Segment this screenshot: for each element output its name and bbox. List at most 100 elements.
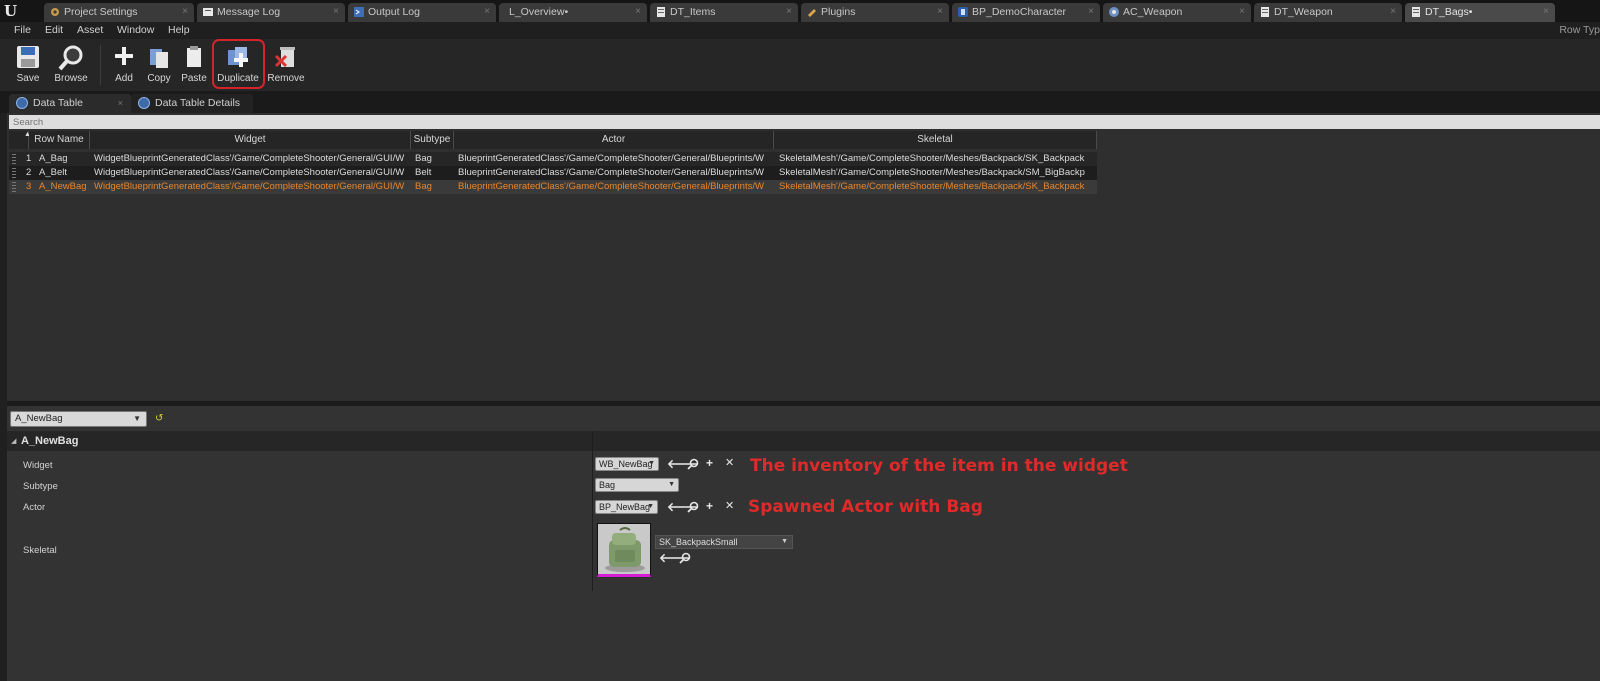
close-icon[interactable]: ×	[333, 3, 339, 21]
magnifier-icon	[57, 44, 85, 75]
search-input[interactable]	[9, 115, 1600, 129]
tab-data-table[interactable]: Data Table ×	[9, 94, 131, 113]
tab-label: BP_DemoCharacter	[972, 6, 1066, 18]
clear-x-icon[interactable]: ✕	[725, 500, 734, 512]
tab-dt-bags[interactable]: DT_Bags• ×	[1405, 3, 1555, 22]
browse-magnifier-icon[interactable]	[687, 458, 699, 472]
column-header-widget[interactable]: Widget	[90, 131, 411, 149]
tab-label: Project Settings	[64, 6, 138, 18]
chevron-down-icon: ▼	[133, 414, 141, 423]
remove-button[interactable]: Remove	[267, 42, 305, 88]
panel-tab-bar: Data Table × Data Table Details	[0, 91, 1600, 113]
tab-bp-democharacter[interactable]: BP_DemoCharacter ×	[952, 3, 1100, 22]
chevron-down-icon: ▼	[647, 503, 654, 510]
collapse-arrow-icon[interactable]: ◢	[11, 437, 16, 445]
tab-label: Plugins	[821, 6, 856, 18]
add-button[interactable]: Add	[108, 42, 140, 88]
widget-asset-picker[interactable]: WB_NewBag ▼	[595, 457, 659, 471]
reset-to-default-icon[interactable]: ↺	[155, 413, 163, 424]
drag-handle-icon[interactable]	[12, 182, 16, 192]
trash-icon	[273, 44, 299, 73]
tab-output-log[interactable]: Output Log ×	[348, 3, 496, 22]
close-icon[interactable]: ×	[1390, 3, 1396, 21]
column-header-actor[interactable]: Actor	[454, 131, 774, 149]
column-header-row-name[interactable]: Row Name	[29, 131, 90, 149]
category-title: A_NewBag	[21, 435, 79, 447]
row-name-dropdown[interactable]: A_NewBag ▼	[10, 411, 147, 427]
prop-label-subtype: Subtype	[23, 481, 58, 492]
property-column-divider[interactable]	[592, 431, 593, 591]
menu-asset[interactable]: Asset	[77, 24, 103, 36]
close-icon[interactable]: ×	[118, 94, 123, 113]
drag-handle-icon[interactable]	[12, 154, 16, 164]
menu-bar: File Edit Asset Window Help Row Typ	[0, 22, 1600, 39]
category-header[interactable]	[7, 431, 1600, 451]
tab-project-settings[interactable]: Project Settings ×	[44, 3, 194, 22]
add-plus-icon[interactable]: +	[706, 500, 713, 512]
unreal-logo-icon[interactable]: U	[4, 2, 24, 20]
tab-ac-weapon[interactable]: AC_Weapon ×	[1103, 3, 1251, 22]
menu-window[interactable]: Window	[117, 24, 154, 36]
menu-file[interactable]: File	[14, 24, 31, 36]
copy-button[interactable]: Copy	[143, 42, 175, 88]
tab-label: DT_Bags•	[1425, 6, 1473, 18]
close-icon[interactable]: ×	[1543, 3, 1549, 21]
close-icon[interactable]: ×	[1239, 3, 1245, 21]
prop-label-skeletal: Skeletal	[23, 545, 57, 556]
message-log-icon	[202, 6, 214, 18]
paste-icon	[181, 44, 207, 73]
tab-label: DT_Items	[670, 6, 716, 18]
table-row[interactable]: 2 A_Belt WidgetBlueprintGeneratedClass'/…	[9, 166, 1097, 180]
chevron-down-icon: ▼	[648, 460, 655, 467]
close-icon[interactable]: ×	[1088, 3, 1094, 21]
menu-edit[interactable]: Edit	[45, 24, 63, 36]
column-header-subtype[interactable]: Subtype	[411, 131, 454, 149]
paste-button[interactable]: Paste	[178, 42, 210, 88]
tab-label: L_Overview•	[509, 6, 569, 18]
subtype-dropdown[interactable]: Bag ▼	[595, 478, 679, 492]
tab-plugins[interactable]: Plugins ×	[801, 3, 949, 22]
tab-message-log[interactable]: Message Log ×	[197, 3, 345, 22]
data-table-icon	[1410, 6, 1422, 18]
chevron-down-icon: ▼	[668, 481, 675, 488]
close-icon[interactable]: ×	[635, 3, 641, 21]
close-icon[interactable]: ×	[182, 3, 188, 21]
tab-l-overview[interactable]: L_Overview• ×	[499, 3, 647, 22]
actor-class-picker[interactable]: BP_NewBag ▼	[595, 500, 658, 514]
settings-icon	[49, 6, 61, 18]
tab-label: Output Log	[368, 6, 420, 18]
data-table-icon	[655, 6, 667, 18]
browse-magnifier-icon[interactable]	[687, 501, 699, 515]
add-plus-icon[interactable]: +	[706, 457, 713, 469]
skeletal-mesh-picker[interactable]: SK_BackpackSmall ▼	[655, 535, 793, 549]
save-button[interactable]: Save	[10, 42, 46, 88]
drag-handle-icon[interactable]	[12, 168, 16, 178]
annotation-actor-note: Spawned Actor with Bag	[748, 497, 983, 517]
browse-magnifier-icon[interactable]	[679, 552, 691, 566]
close-icon[interactable]: ×	[786, 3, 792, 21]
data-table-panel-icon	[16, 97, 28, 109]
tab-data-table-details[interactable]: Data Table Details	[131, 94, 253, 113]
column-header-skeletal[interactable]: Skeletal	[774, 131, 1097, 149]
blueprint-icon	[957, 6, 969, 18]
row-type-label: Row Typ	[1559, 24, 1600, 36]
annotation-widget-note: The inventory of the item in the widget	[750, 456, 1128, 476]
sort-column-header[interactable]: ▲	[9, 131, 31, 149]
table-row-selected[interactable]: 3 A_NewBag WidgetBlueprintGeneratedClass…	[9, 180, 1097, 194]
tab-label: Message Log	[217, 6, 281, 18]
plus-icon	[112, 44, 136, 71]
save-icon	[15, 44, 41, 73]
skeletal-mesh-thumbnail[interactable]	[597, 523, 651, 577]
tab-label: AC_Weapon	[1123, 6, 1183, 18]
document-tab-bar: U Project Settings × Message Log × Outpu…	[0, 0, 1600, 22]
tab-dt-items[interactable]: DT_Items ×	[650, 3, 798, 22]
prop-label-widget: Widget	[23, 460, 53, 471]
close-icon[interactable]: ×	[937, 3, 943, 21]
tab-dt-weapon[interactable]: DT_Weapon ×	[1254, 3, 1402, 22]
plugins-icon	[806, 6, 818, 18]
close-icon[interactable]: ×	[484, 3, 490, 21]
clear-x-icon[interactable]: ✕	[725, 457, 734, 469]
browse-button[interactable]: Browse	[50, 42, 92, 88]
menu-help[interactable]: Help	[168, 24, 190, 36]
table-row[interactable]: 1 A_Bag WidgetBlueprintGeneratedClass'/G…	[9, 152, 1097, 166]
